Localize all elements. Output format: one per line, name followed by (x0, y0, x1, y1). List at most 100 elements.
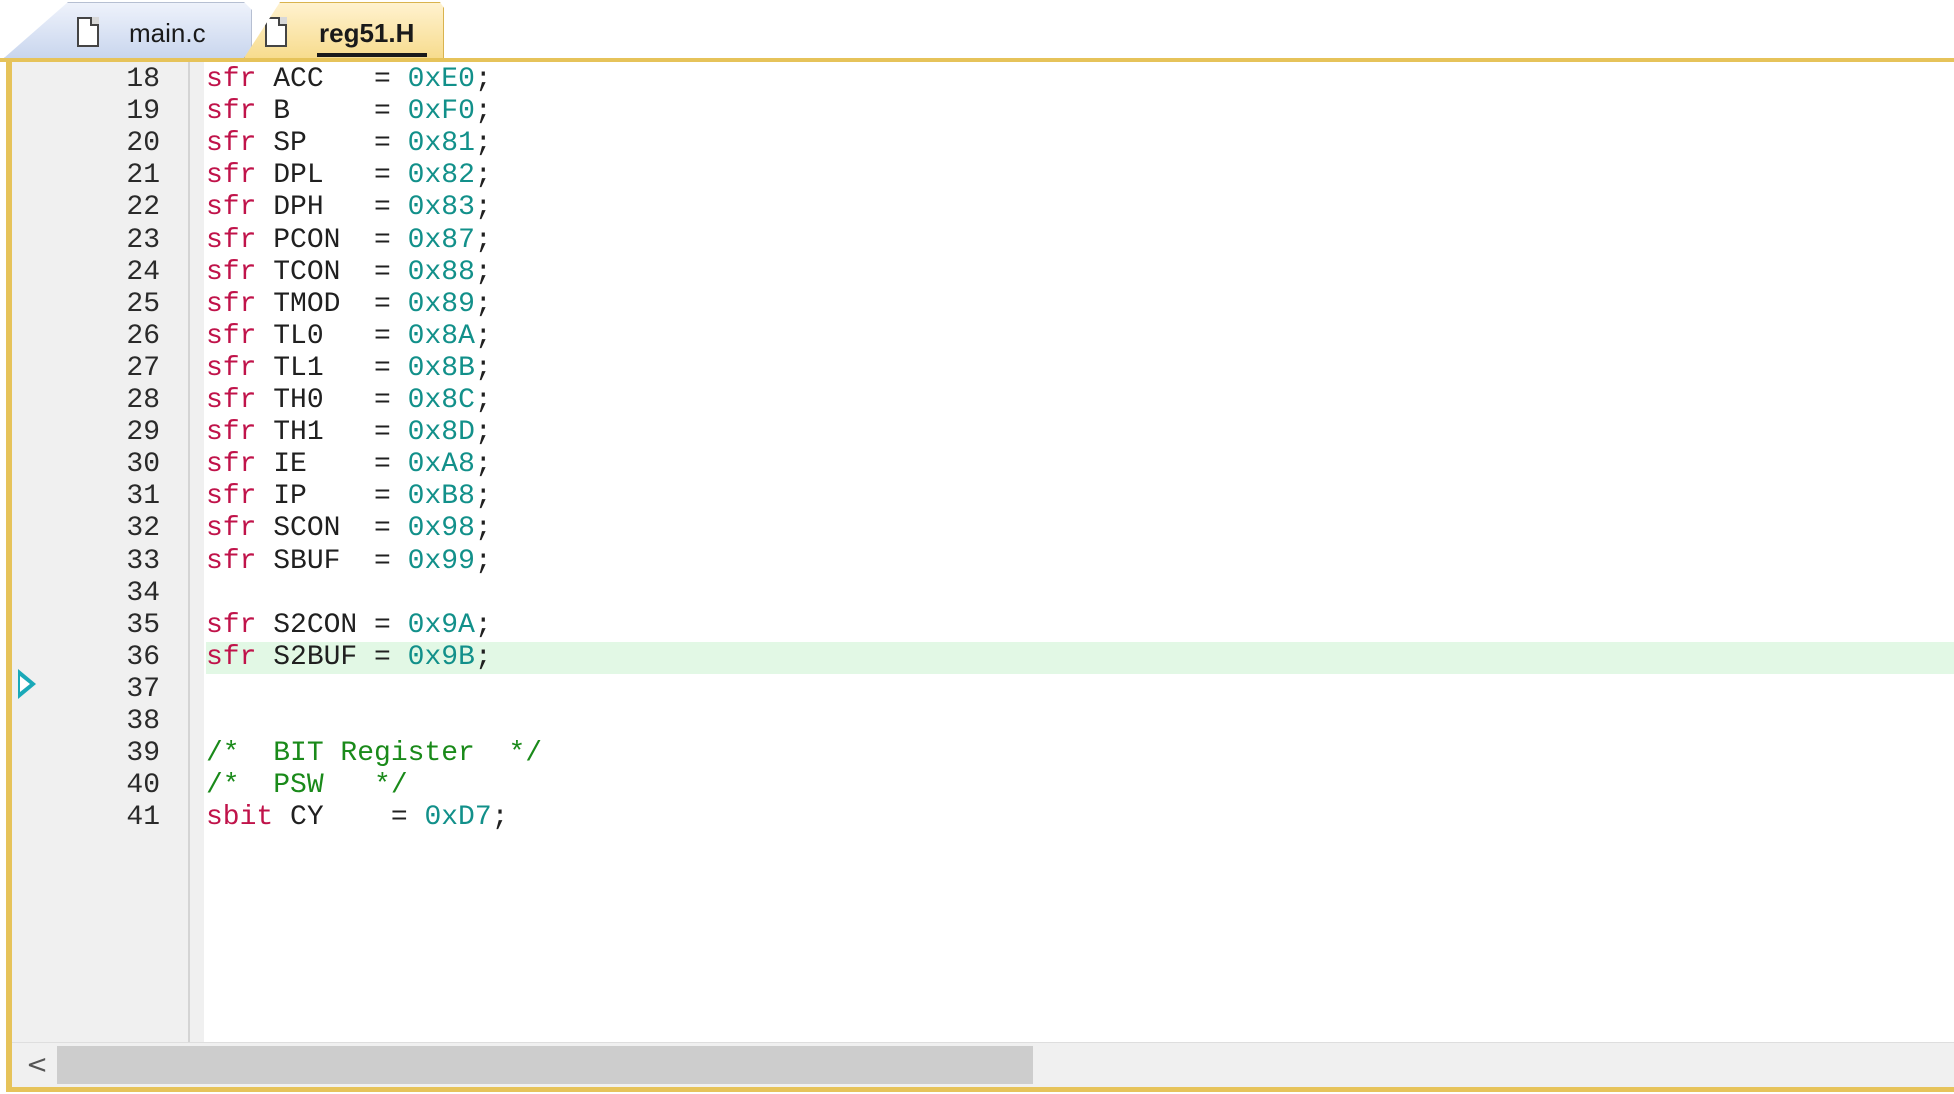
code-text: sfr S2BUF = 0x9B; (206, 642, 492, 674)
code-line[interactable]: 26 sfr TL0 = 0x8A; (0, 321, 1954, 353)
keyword-token: sfr (206, 288, 257, 320)
code-line[interactable]: 24 sfr TCON = 0x88; (0, 257, 1954, 289)
keyword-token: sfr (206, 192, 257, 224)
line-number: 23 (126, 224, 160, 256)
code-line[interactable]: 20 sfr SP = 0x81; (0, 128, 1954, 160)
code-line[interactable]: 18 sfr ACC = 0xE0; (0, 64, 1954, 96)
code-text: /* BIT Register */ (206, 738, 542, 770)
line-number: 35 (126, 609, 160, 641)
tab-reg51-h[interactable]: reg51.H (244, 2, 444, 58)
file-icon (265, 17, 287, 47)
text-token: ; (474, 288, 492, 320)
code-text: sfr TCON = 0x88; (206, 257, 492, 289)
number-token: 0x9B (407, 641, 475, 673)
keyword-token: sfr (206, 609, 257, 641)
text-token: PCON = (256, 224, 408, 256)
code-line[interactable]: 29 sfr TH1 = 0x8D; (0, 417, 1954, 449)
code-line[interactable]: 27 sfr TL1 = 0x8B; (0, 353, 1954, 385)
code-line[interactable]: 25 sfr TMOD = 0x89; (0, 289, 1954, 321)
number-token: 0xE0 (407, 64, 475, 95)
number-token: 0x98 (407, 513, 475, 545)
code-line[interactable]: 40 /* PSW */ (0, 770, 1954, 802)
text-token: ; (474, 256, 492, 288)
keyword-token: sfr (206, 481, 257, 513)
keyword-token: sfr (206, 320, 257, 352)
code-line[interactable]: 37 (0, 674, 1954, 706)
text-token: S2BUF = (256, 641, 408, 673)
code-text: sfr TL1 = 0x8B; (206, 353, 492, 385)
number-token: 0x9A (407, 609, 475, 641)
code-text: sfr SBUF = 0x99; (206, 546, 492, 578)
scrollbar-thumb[interactable] (57, 1046, 1033, 1084)
number-token: 0x8D (407, 417, 475, 449)
file-icon (77, 17, 99, 47)
line-number: 41 (126, 802, 160, 834)
code-line[interactable]: 23 sfr PCON = 0x87; (0, 225, 1954, 257)
line-number: 37 (126, 673, 160, 705)
text-token: TL0 = (256, 320, 408, 352)
text-token: ; (474, 449, 492, 481)
comment-token: /* BIT Register */ (206, 738, 543, 770)
code-text: /* PSW */ (206, 770, 408, 802)
keyword-token: sfr (206, 256, 257, 288)
code-line[interactable]: 31 sfr IP = 0xB8; (0, 481, 1954, 513)
horizontal-scrollbar[interactable]: < (12, 1042, 1954, 1087)
tab-label: reg51.H (319, 18, 415, 48)
text-token: SCON = (256, 513, 408, 545)
line-number: 39 (126, 738, 160, 770)
code-text: sfr S2CON = 0x9A; (206, 610, 492, 642)
line-number: 20 (126, 128, 160, 160)
code-text: sfr IP = 0xB8; (206, 481, 492, 513)
tab-bar: main.c reg51.H (0, 0, 1954, 60)
code-line[interactable]: 34 (0, 578, 1954, 610)
tab-main-c[interactable]: main.c (4, 2, 252, 58)
code-line[interactable]: 35 sfr S2CON = 0x9A; (0, 610, 1954, 642)
keyword-token: sfr (206, 96, 257, 128)
text-token: ; (474, 385, 492, 416)
keyword-token: sfr (206, 641, 257, 673)
number-token: 0x99 (407, 545, 475, 577)
text-token: ; (474, 64, 492, 95)
code-line[interactable]: 36 sfr S2BUF = 0x9B; (0, 641, 1954, 674)
line-number: 31 (126, 481, 160, 513)
text-token: DPH = (256, 192, 408, 224)
code-line[interactable]: 28 sfr TH0 = 0x8C; (0, 385, 1954, 417)
text-token: B = (256, 96, 408, 128)
text-token: ; (474, 545, 492, 577)
code-line[interactable]: 39 /* BIT Register */ (0, 738, 1954, 770)
code-line[interactable]: 33 sfr SBUF = 0x99; (0, 546, 1954, 578)
code-line[interactable]: 19 sfr B = 0xF0; (0, 96, 1954, 128)
text-token: TMOD = (256, 288, 408, 320)
code-line[interactable]: 21 sfr DPL = 0x82; (0, 160, 1954, 192)
text-token: ; (474, 320, 492, 352)
chevron-left-icon[interactable]: < (22, 1049, 52, 1081)
code-line[interactable]: 30 sfr IE = 0xA8; (0, 449, 1954, 481)
code-text: sfr DPH = 0x83; (206, 192, 492, 224)
number-token: 0x8C (407, 385, 475, 416)
text-token: ; (474, 417, 492, 449)
number-token: 0x87 (407, 224, 475, 256)
text-token: ; (474, 352, 492, 384)
code-text: sfr TL0 = 0x8A; (206, 321, 492, 353)
text-token: SBUF = (256, 545, 408, 577)
code-line[interactable]: 32 sfr SCON = 0x98; (0, 513, 1954, 545)
text-token: ; (474, 192, 492, 224)
code-editor[interactable]: 18 sfr ACC = 0xE0; 19 sfr B = 0xF0; 20 sfr SP… (0, 62, 1954, 1042)
keyword-token: sbit (206, 802, 274, 834)
keyword-token: sfr (206, 224, 257, 256)
keyword-token: sfr (206, 160, 257, 192)
code-line[interactable]: 22 sfr DPH = 0x83; (0, 192, 1954, 224)
code-text: sfr SCON = 0x98; (206, 513, 492, 545)
text-token: DPL = (256, 160, 408, 192)
text-token: TH1 = (256, 417, 408, 449)
active-tab-underline (317, 53, 427, 57)
code-line[interactable]: 41 sbit CY = 0xD7; (0, 802, 1954, 834)
code-line[interactable]: 38 (0, 706, 1954, 738)
keyword-token: sfr (206, 545, 257, 577)
number-token: 0x82 (407, 160, 475, 192)
number-token: 0xB8 (407, 481, 475, 513)
line-number: 33 (126, 545, 160, 577)
number-token: 0xD7 (424, 802, 492, 834)
number-token: 0x88 (407, 256, 475, 288)
number-token: 0xA8 (407, 449, 475, 481)
